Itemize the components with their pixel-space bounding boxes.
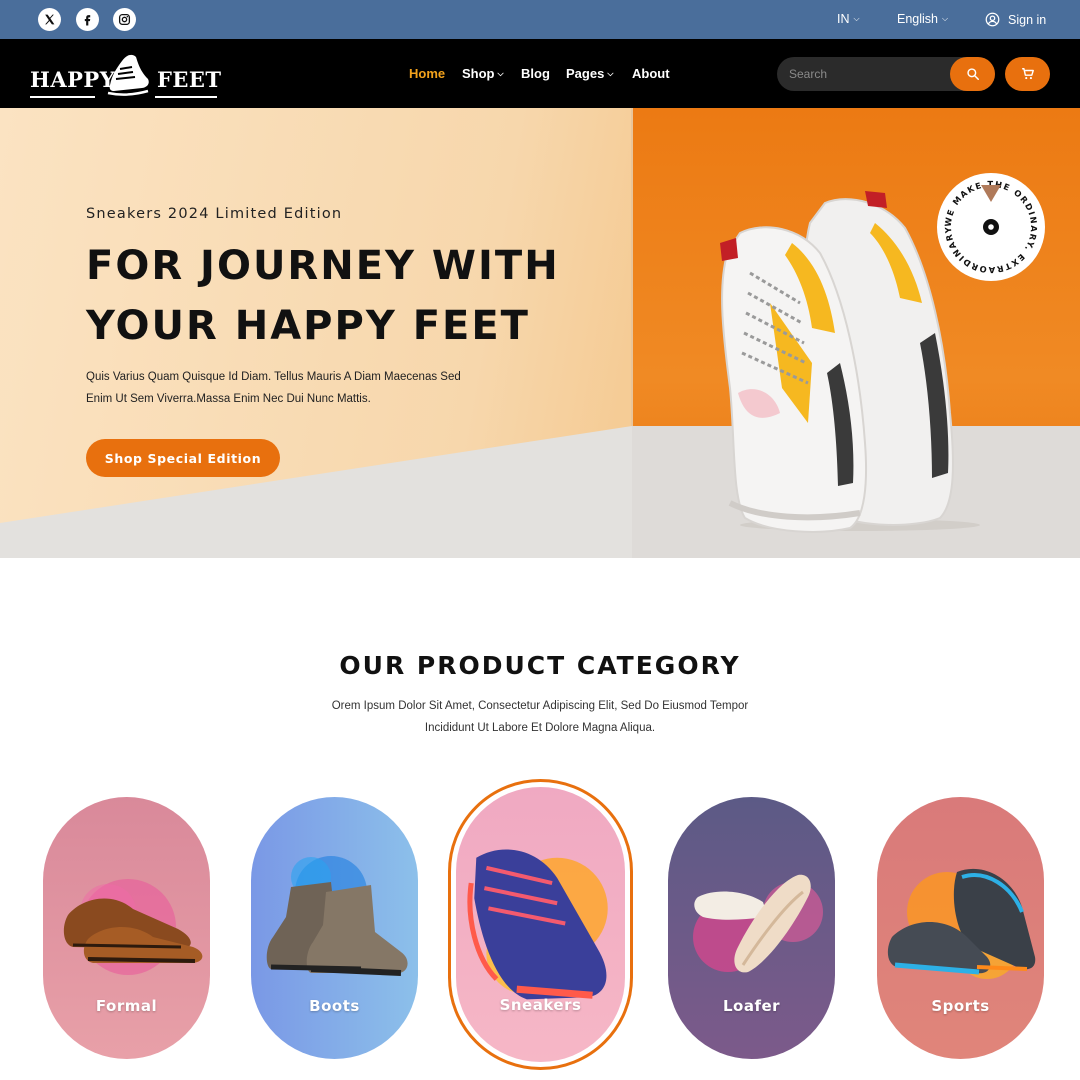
nav-pages-label: Pages	[566, 66, 605, 81]
sign-in-label: Sign in	[1008, 12, 1047, 27]
category-label-boots: Boots	[309, 997, 360, 1015]
hero-description: Quis Varius Quam Quisque Id Diam. Tellus…	[86, 366, 486, 410]
nav-shop-label: Shop	[462, 66, 495, 81]
sign-in-link[interactable]: Sign in	[985, 12, 1046, 27]
hero-banner: Sneakers 2024 Limited Edition FOR JOURNE…	[0, 108, 1080, 558]
formal-shoes-image	[63, 879, 203, 975]
category-card-sneakers[interactable]: Sneakers	[448, 779, 633, 1070]
shop-special-edition-button[interactable]: Shop Special Edition	[86, 439, 280, 477]
search-input[interactable]	[789, 65, 939, 83]
category-label-sneakers: Sneakers	[499, 996, 582, 1014]
hero-desc-line2: Enim Ut Sem Viverra.Massa Enim Nec Dui N…	[86, 393, 371, 405]
cart-icon	[1021, 68, 1034, 80]
nav-blog-label: Blog	[521, 66, 550, 81]
category-card-boots[interactable]: Boots	[251, 797, 418, 1059]
logo-text-right: FEET	[157, 67, 222, 92]
chevron-down-icon: ⌵	[497, 68, 504, 78]
hero-title-line1: FOR JOURNEY WITH	[86, 243, 560, 289]
search-icon	[966, 68, 979, 80]
category-label-loafer: Loafer	[722, 997, 781, 1015]
hero-title-line2: YOUR HAPPY FEET	[86, 303, 530, 349]
hero-title: FOR JOURNEY WITH YOUR HAPPY FEET	[86, 236, 606, 356]
category-card-loafer[interactable]: Loafer	[668, 797, 835, 1059]
chevron-down-icon: ⌵	[853, 14, 860, 23]
facebook-icon[interactable]	[76, 8, 99, 31]
brand-badge: WE MAKE THE ORDINARY. EXTRAORDINARY.	[936, 172, 1045, 281]
x-twitter-icon[interactable]	[38, 8, 61, 31]
user-icon	[985, 12, 1000, 27]
sneakers-image	[467, 849, 608, 1000]
hero-desc-line1: Quis Varius Quam Quisque Id Diam. Tellus…	[86, 371, 461, 383]
category-desc-line2: Incididunt Ut Labore Et Dolore Magna Ali…	[424, 722, 656, 734]
nav-about-label: About	[632, 66, 670, 81]
category-card-formal[interactable]: Formal	[43, 797, 210, 1059]
nav-about[interactable]: About	[632, 66, 670, 81]
instagram-icon[interactable]	[113, 8, 136, 31]
top-bar: IN ⌵ English ⌵ Sign in	[0, 0, 1080, 39]
search-button[interactable]	[950, 57, 995, 91]
nav-shop[interactable]: Shop ⌵	[462, 66, 504, 81]
main-navbar: HAPPY FEET Home Shop ⌵ Blog Pages ⌵ Abou…	[0, 39, 1080, 108]
category-label-sports: Sports	[931, 997, 990, 1015]
category-desc-line1: Orem Ipsum Dolor Sit Amet, Consectetur A…	[331, 700, 749, 712]
sports-shoes-image	[887, 868, 1036, 979]
loafer-image	[693, 874, 823, 973]
chevron-down-icon: ⌵	[607, 68, 614, 78]
region-label: IN	[837, 12, 850, 26]
category-section-description: Orem Ipsum Dolor Sit Amet, Consectetur A…	[290, 695, 790, 739]
brand-logo[interactable]: HAPPY FEET	[30, 47, 222, 101]
category-label-formal: Formal	[95, 997, 158, 1015]
nav-home[interactable]: Home	[409, 66, 445, 81]
nav-pages[interactable]: Pages ⌵	[566, 66, 613, 81]
nav-blog[interactable]: Blog	[521, 66, 550, 81]
region-selector[interactable]: IN ⌵	[837, 12, 860, 26]
boots-image	[266, 856, 408, 976]
hero-kicker: Sneakers 2024 Limited Edition	[86, 206, 343, 222]
nav-home-label: Home	[409, 66, 446, 81]
cart-button[interactable]	[1005, 57, 1050, 91]
category-section-title: OUR PRODUCT CATEGORY	[339, 651, 741, 680]
category-card-sports[interactable]: Sports	[877, 797, 1044, 1059]
sneaker-logo-icon	[107, 54, 149, 96]
language-label: English	[897, 12, 938, 26]
chevron-down-icon: ⌵	[942, 14, 949, 23]
language-selector[interactable]: English ⌵	[897, 12, 948, 26]
